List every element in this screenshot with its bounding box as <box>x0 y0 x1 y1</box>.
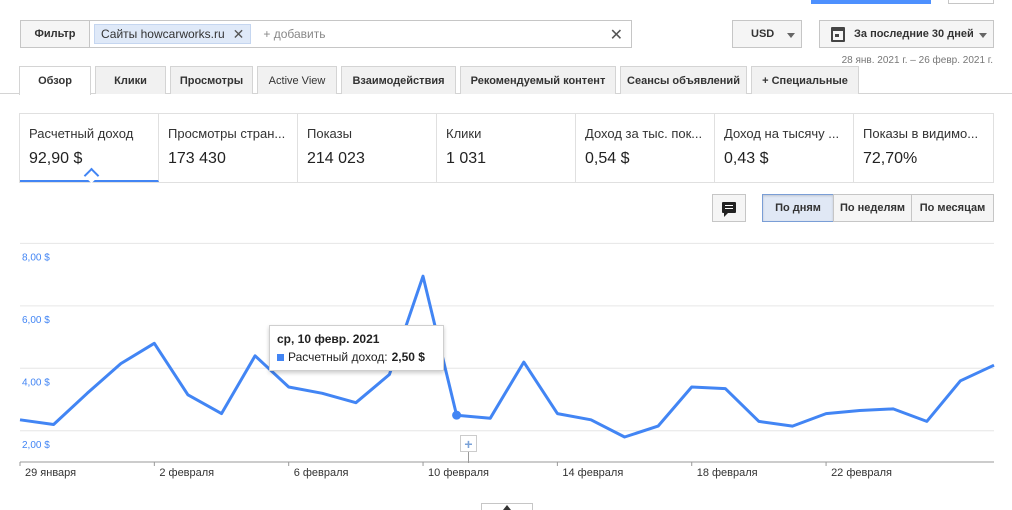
metric-label: Показы <box>307 126 352 141</box>
tab-interactions[interactable]: Взаимодействия <box>341 66 456 94</box>
metric-estimated-revenue[interactable]: Расчетный доход 92,90 $ <box>20 114 159 182</box>
metric-label: Доход на тысячу ... <box>724 126 840 141</box>
x-tick-label: 10 февраля <box>428 467 489 479</box>
series-line-revenue <box>19 274 995 439</box>
metric-value: 0,54 $ <box>585 150 630 167</box>
x-tick-label: 14 февраля <box>562 467 623 479</box>
y-tick-label: 2,00 $ <box>22 440 50 451</box>
tooltip-date: ср, 10 февр. 2021 <box>277 332 380 346</box>
adsense-report: Фильтр Сайты howcarworks.ru ✕ + добавить… <box>0 0 1012 510</box>
add-filter-input[interactable]: + добавить <box>263 27 325 41</box>
metric-impression-rpm[interactable]: Доход на тысячу ... 0,43 $ <box>715 114 854 182</box>
metric-value: 0,43 $ <box>724 150 769 167</box>
tab-active-view[interactable]: Active View <box>257 66 337 94</box>
series-swatch <box>277 353 284 361</box>
add-annotation-button[interactable]: + <box>460 435 477 452</box>
currency-value: USD <box>751 28 775 40</box>
collapse-toggle[interactable] <box>481 503 533 510</box>
metric-value: 1 031 <box>446 150 487 167</box>
y-tick-label: 6,00 $ <box>22 315 50 326</box>
filter-input-box[interactable]: Сайты howcarworks.ru ✕ + добавить ✕ <box>90 20 632 48</box>
metric-viewability[interactable]: Показы в видимо... 72,70% <box>854 114 993 182</box>
metric-page-rpm[interactable]: Доход за тыс. пок... 0,54 $ <box>576 114 715 182</box>
period-day-button[interactable]: По дням <box>762 194 834 222</box>
filter-button[interactable]: Фильтр <box>20 20 90 48</box>
period-month-button[interactable]: По месяцам <box>911 194 994 222</box>
tooltip-label: Расчетный доход: <box>288 350 388 364</box>
tab-overview[interactable]: Обзор <box>19 66 91 95</box>
metric-label: Доход за тыс. пок... <box>585 126 703 141</box>
calendar-icon <box>831 27 845 42</box>
metric-value: 214 023 <box>307 150 365 167</box>
chevron-down-icon <box>979 33 987 38</box>
date-range-select[interactable]: За последние 30 дней <box>819 20 994 48</box>
metric-label: Показы в видимо... <box>863 126 979 141</box>
tab-views[interactable]: Просмотры <box>170 66 253 94</box>
date-range-label: За последние 30 дней <box>854 28 974 40</box>
x-tick-label: 6 февраля <box>294 467 349 479</box>
metric-clicks[interactable]: Клики 1 031 <box>437 114 576 182</box>
annotation-stem <box>468 452 469 463</box>
filter-chip[interactable]: Сайты howcarworks.ru ✕ <box>94 24 252 44</box>
metric-label: Клики <box>446 126 482 141</box>
x-tick-label: 22 февраля <box>831 467 892 479</box>
metric-impressions[interactable]: Показы 214 023 <box>298 114 437 182</box>
y-tick-label: 4,00 $ <box>22 377 50 388</box>
tab-clicks[interactable]: Клики <box>95 66 166 94</box>
metric-value: 173 430 <box>168 150 226 167</box>
metric-label: Просмотры стран... <box>168 126 286 141</box>
tab-recommended-content[interactable]: Рекомендуемый контент <box>460 66 616 94</box>
x-tick-label: 29 января <box>25 467 76 479</box>
metric-value: 72,70% <box>863 150 918 167</box>
close-icon[interactable]: ✕ <box>233 27 245 41</box>
tab-ad-sessions[interactable]: Сеансы объявлений <box>620 66 747 94</box>
chart-tooltip: ср, 10 февр. 2021 Расчетный доход: 2,50 … <box>269 325 444 371</box>
tooltip-value: 2,50 $ <box>391 350 425 364</box>
y-tick-label: 8,00 $ <box>22 252 50 263</box>
primary-button-edge[interactable] <box>811 0 931 4</box>
currency-select[interactable]: USD <box>732 20 802 48</box>
tooltip-row: Расчетный доход: 2,50 $ <box>277 350 436 364</box>
date-range-text: 28 янв. 2021 г. – 26 февр. 2021 г. <box>841 55 993 66</box>
secondary-button-edge[interactable] <box>948 0 994 4</box>
comment-icon <box>722 202 736 217</box>
period-week-button[interactable]: По неделям <box>833 194 912 222</box>
filter-chip-label: Сайты howcarworks.ru <box>101 27 225 41</box>
metric-page-views[interactable]: Просмотры стран... 173 430 <box>159 114 298 182</box>
metrics-bar: Расчетный доход 92,90 $ Просмотры стран.… <box>19 113 994 183</box>
highlight-point <box>452 410 462 420</box>
report-tabs: Обзор Клики Просмотры Active View Взаимо… <box>19 66 863 95</box>
chevron-down-icon <box>787 33 795 38</box>
x-tick-label: 2 февраля <box>159 467 214 479</box>
metric-label: Расчетный доход <box>29 126 134 141</box>
revenue-line-chart[interactable]: 2,00 $ 4,00 $ 6,00 $ 8,00 $ 29 января 2 февра… <box>0 228 1012 484</box>
annotations-button[interactable] <box>712 194 746 222</box>
metric-value: 92,90 $ <box>29 150 83 167</box>
clear-filter-icon[interactable]: ✕ <box>610 25 623 45</box>
x-tick-label: 18 февраля <box>697 467 758 479</box>
tab-custom[interactable]: + Специальные <box>751 66 859 94</box>
